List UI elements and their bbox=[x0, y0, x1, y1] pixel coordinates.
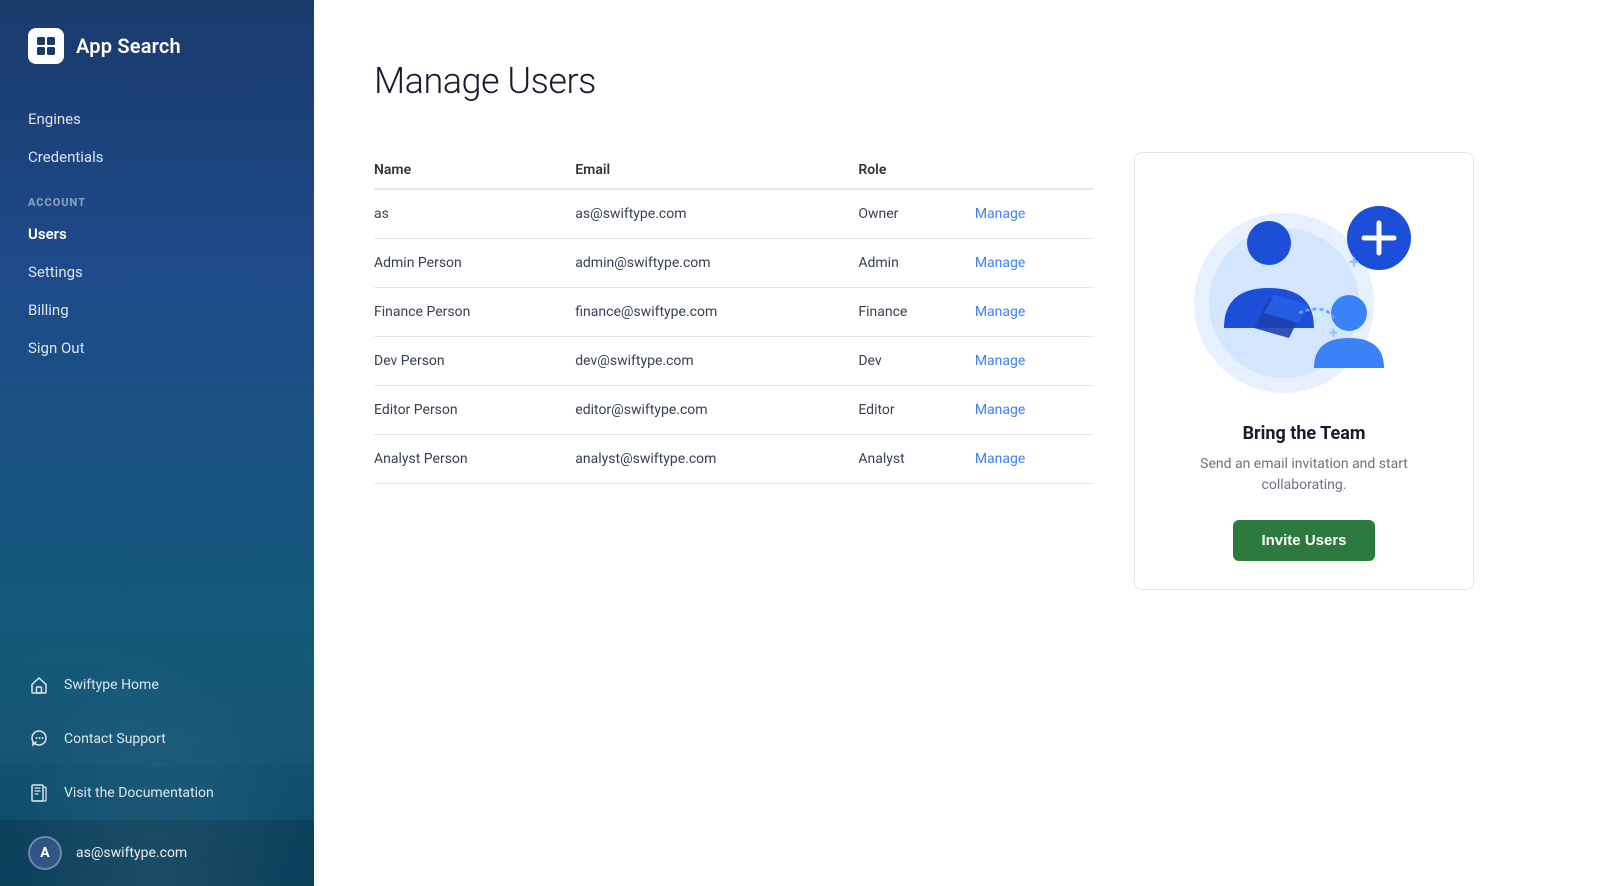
home-label: Swiftype Home bbox=[64, 677, 159, 693]
cell-name: Dev Person bbox=[374, 337, 575, 386]
manage-link[interactable]: Manage bbox=[975, 255, 1025, 271]
cell-manage: Manage bbox=[975, 337, 1094, 386]
manage-link[interactable]: Manage bbox=[975, 353, 1025, 369]
manage-link[interactable]: Manage bbox=[975, 451, 1025, 467]
invite-users-button[interactable]: Invite Users bbox=[1233, 520, 1374, 561]
cell-email: admin@swiftype.com bbox=[575, 239, 858, 288]
main-content: Manage Users Name Email Role as as@swift… bbox=[314, 0, 1600, 886]
users-table-container: Name Email Role as as@swiftype.com Owner… bbox=[374, 152, 1094, 484]
sidebar-item-credentials[interactable]: Credentials bbox=[0, 138, 314, 176]
manage-link[interactable]: Manage bbox=[975, 206, 1025, 222]
sidebar-item-home[interactable]: Swiftype Home bbox=[0, 658, 314, 712]
cell-role: Owner bbox=[858, 189, 974, 239]
table-row: as as@swiftype.com Owner Manage bbox=[374, 189, 1094, 239]
app-title: App Search bbox=[76, 34, 181, 58]
cell-manage: Manage bbox=[975, 435, 1094, 484]
cell-role: Finance bbox=[858, 288, 974, 337]
cell-role: Editor bbox=[858, 386, 974, 435]
sidebar-item-docs[interactable]: Visit the Documentation bbox=[0, 766, 314, 820]
cell-manage: Manage bbox=[975, 189, 1094, 239]
invite-illustration: + + bbox=[1174, 183, 1434, 403]
sidebar-header: App Search bbox=[0, 0, 314, 84]
table-row: Admin Person admin@swiftype.com Admin Ma… bbox=[374, 239, 1094, 288]
cell-email: editor@swiftype.com bbox=[575, 386, 858, 435]
cell-role: Admin bbox=[858, 239, 974, 288]
content-area: Name Email Role as as@swiftype.com Owner… bbox=[374, 152, 1540, 590]
cell-email: dev@swiftype.com bbox=[575, 337, 858, 386]
sidebar-user: A as@swiftype.com bbox=[0, 820, 314, 886]
cell-role: Dev bbox=[858, 337, 974, 386]
table-header: Name Email Role bbox=[374, 152, 1094, 189]
support-label: Contact Support bbox=[64, 731, 166, 747]
col-name: Name bbox=[374, 152, 575, 189]
table-row: Dev Person dev@swiftype.com Dev Manage bbox=[374, 337, 1094, 386]
cell-role: Analyst bbox=[858, 435, 974, 484]
col-email: Email bbox=[575, 152, 858, 189]
app-logo[interactable] bbox=[28, 28, 64, 64]
col-action bbox=[975, 152, 1094, 189]
cell-manage: Manage bbox=[975, 239, 1094, 288]
sidebar-item-signout[interactable]: Sign Out bbox=[0, 329, 314, 367]
sidebar-item-engines[interactable]: Engines bbox=[0, 100, 314, 138]
table-row: Editor Person editor@swiftype.com Editor… bbox=[374, 386, 1094, 435]
users-table: Name Email Role as as@swiftype.com Owner… bbox=[374, 152, 1094, 484]
invite-card-description: Send an email invitation and start colla… bbox=[1159, 454, 1449, 496]
chat-icon bbox=[28, 728, 50, 750]
cell-manage: Manage bbox=[975, 386, 1094, 435]
sidebar-item-users[interactable]: Users bbox=[0, 215, 314, 253]
table-body: as as@swiftype.com Owner Manage Admin Pe… bbox=[374, 189, 1094, 484]
col-role: Role bbox=[858, 152, 974, 189]
cell-name: Editor Person bbox=[374, 386, 575, 435]
cell-email: finance@swiftype.com bbox=[575, 288, 858, 337]
cell-name: Finance Person bbox=[374, 288, 575, 337]
logo-icon bbox=[35, 35, 57, 57]
sidebar-item-support[interactable]: Contact Support bbox=[0, 712, 314, 766]
avatar: A bbox=[28, 836, 62, 870]
sidebar: App Search Engines Credentials ACCOUNT U… bbox=[0, 0, 314, 886]
invite-card: + + Bring the Team Send an email invitat… bbox=[1134, 152, 1474, 590]
docs-label: Visit the Documentation bbox=[64, 785, 214, 801]
cell-name: Admin Person bbox=[374, 239, 575, 288]
sidebar-nav: Engines Credentials ACCOUNT Users Settin… bbox=[0, 84, 314, 658]
cell-name: as bbox=[374, 189, 575, 239]
svg-text:+: + bbox=[1349, 252, 1359, 273]
table-row: Finance Person finance@swiftype.com Fina… bbox=[374, 288, 1094, 337]
table-row: Analyst Person analyst@swiftype.com Anal… bbox=[374, 435, 1094, 484]
sidebar-bottom: Swiftype Home Contact Support bbox=[0, 658, 314, 886]
sidebar-item-settings[interactable]: Settings bbox=[0, 253, 314, 291]
home-icon bbox=[28, 674, 50, 696]
manage-link[interactable]: Manage bbox=[975, 304, 1025, 320]
book-icon bbox=[28, 782, 50, 804]
cell-name: Analyst Person bbox=[374, 435, 575, 484]
cell-manage: Manage bbox=[975, 288, 1094, 337]
page-title: Manage Users bbox=[374, 60, 1540, 102]
cell-email: analyst@swiftype.com bbox=[575, 435, 858, 484]
account-section-label: ACCOUNT bbox=[0, 176, 314, 215]
manage-link[interactable]: Manage bbox=[975, 402, 1025, 418]
cell-email: as@swiftype.com bbox=[575, 189, 858, 239]
user-email: as@swiftype.com bbox=[76, 845, 187, 861]
invite-card-title: Bring the Team bbox=[1243, 423, 1366, 444]
sidebar-item-billing[interactable]: Billing bbox=[0, 291, 314, 329]
